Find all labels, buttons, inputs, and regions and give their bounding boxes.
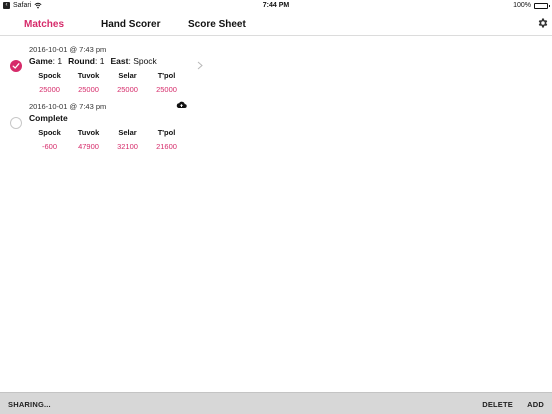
tab-matches[interactable]: Matches: [24, 19, 64, 30]
tab-score-sheet[interactable]: Score Sheet: [188, 19, 246, 30]
checkmark-icon: [12, 63, 20, 69]
round-value: 1: [99, 56, 105, 66]
player-scores: Spock 25000 Tuvok 25000 Selar 25000 T'po…: [30, 71, 186, 94]
player-score: -600: [41, 142, 57, 151]
match-status: Complete: [29, 113, 68, 123]
match-date: 2016-10-01 @ 7:43 pm: [29, 102, 107, 111]
status-right: 100%: [513, 2, 550, 9]
status-bar: ‹ Safari 7:44 PM 100%: [0, 0, 552, 13]
battery-icon: [534, 2, 550, 9]
player-column: T'pol 21600: [147, 128, 186, 151]
app-screen: ‹ Safari 7:44 PM 100% Matches Hand Score…: [0, 0, 552, 414]
player-name: Selar: [118, 128, 137, 137]
gear-icon[interactable]: [537, 17, 549, 29]
player-score: 32100: [117, 142, 138, 151]
player-column: Spock -600: [30, 128, 69, 151]
match-row[interactable]: 2016-10-01 @ 7:43 pm Game: 1 Round: 1 East…: [0, 42, 215, 96]
delete-button[interactable]: DELETE: [482, 400, 513, 409]
match-select-checkbox[interactable]: [10, 60, 22, 72]
match-summary: Game: 1 Round: 1 East: Spock: [29, 56, 157, 66]
top-tab-bar: Matches Hand Scorer Score Sheet: [0, 14, 552, 36]
player-column: Selar 25000: [108, 71, 147, 94]
sharing-button[interactable]: SHARING...: [8, 400, 51, 409]
match-row[interactable]: 2016-10-01 @ 7:43 pm Complete Spock -600…: [0, 99, 215, 153]
east-label: East: [110, 56, 129, 66]
player-score: 25000: [78, 85, 99, 94]
status-time: 7:44 PM: [262, 2, 290, 9]
battery-percent: 100%: [513, 2, 531, 9]
player-score: 25000: [39, 85, 60, 94]
round-label: Round: [68, 56, 96, 66]
player-name: T'pol: [157, 71, 176, 80]
match-select-checkbox[interactable]: [10, 117, 22, 129]
match-date: 2016-10-01 @ 7:43 pm: [29, 45, 107, 54]
player-score: 21600: [156, 142, 177, 151]
status-label: Complete: [29, 113, 68, 123]
east-value: Spock: [133, 56, 157, 66]
player-name: Selar: [118, 71, 137, 80]
chevron-right-icon[interactable]: [197, 61, 203, 70]
player-name: Tuvok: [77, 71, 100, 80]
player-name: Tuvok: [77, 128, 100, 137]
player-column: Spock 25000: [30, 71, 69, 94]
player-scores: Spock -600 Tuvok 47900 Selar 32100 T'pol…: [30, 128, 186, 151]
tab-hand-scorer[interactable]: Hand Scorer: [101, 19, 160, 30]
player-score: 25000: [156, 85, 177, 94]
player-column: T'pol 25000: [147, 71, 186, 94]
player-name: Spock: [38, 128, 61, 137]
game-label: Game: [29, 56, 53, 66]
cloud-upload-icon[interactable]: [176, 101, 187, 109]
player-column: Selar 32100: [108, 128, 147, 151]
player-column: Tuvok 47900: [69, 128, 108, 151]
game-value: 1: [57, 56, 63, 66]
player-name: Spock: [38, 71, 61, 80]
bottom-toolbar: SHARING... DELETE ADD: [0, 392, 552, 414]
add-button[interactable]: ADD: [527, 400, 544, 409]
player-name: T'pol: [157, 128, 176, 137]
player-column: Tuvok 25000: [69, 71, 108, 94]
player-score: 25000: [117, 85, 138, 94]
player-score: 47900: [78, 142, 99, 151]
